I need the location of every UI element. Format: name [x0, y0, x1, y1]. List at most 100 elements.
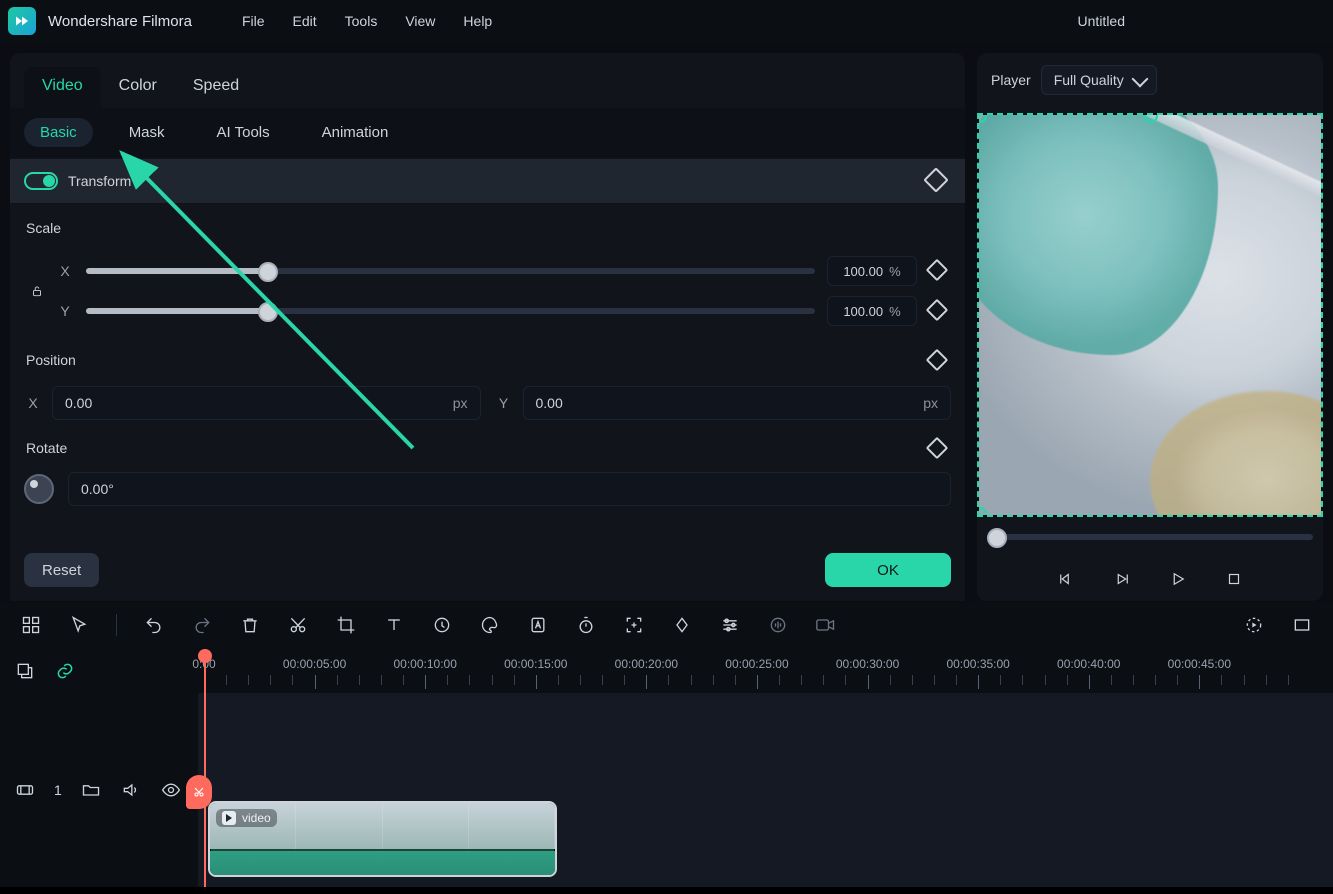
- undo-icon[interactable]: [143, 614, 165, 636]
- cut-icon[interactable]: [287, 614, 309, 636]
- track-index: 1: [54, 782, 62, 798]
- transform-keyframe-icon[interactable]: [927, 171, 945, 192]
- quality-select[interactable]: Full Quality: [1041, 65, 1157, 95]
- preview-image: [979, 115, 1321, 515]
- speed-icon[interactable]: [431, 614, 453, 636]
- menu-tools[interactable]: Tools: [331, 7, 392, 35]
- position-x-label: X: [24, 395, 42, 411]
- document-title: Untitled: [1078, 13, 1125, 29]
- menu-file[interactable]: File: [228, 7, 279, 35]
- ruler-label: 00:00:45:00: [1168, 657, 1231, 671]
- render-icon[interactable]: [1243, 614, 1265, 636]
- add-track-icon[interactable]: [14, 660, 36, 682]
- ok-button[interactable]: OK: [825, 553, 951, 587]
- scale-x-row: X 100.00 %: [56, 256, 951, 286]
- clip-label: video: [216, 809, 277, 827]
- ruler-track[interactable]: 0:0000:00:05:0000:00:10:0000:00:15:0000:…: [198, 649, 1333, 693]
- scale-x-value[interactable]: 100.00 %: [827, 256, 917, 286]
- record-icon[interactable]: [815, 614, 837, 636]
- subtab-animation[interactable]: Animation: [306, 118, 405, 147]
- tab-video[interactable]: Video: [24, 67, 101, 107]
- menu-view[interactable]: View: [391, 7, 449, 35]
- scale-y-value[interactable]: 100.00 %: [827, 296, 917, 326]
- position-y-input[interactable]: 0.00 px: [523, 386, 952, 420]
- play-button[interactable]: [1164, 565, 1192, 593]
- stop-button[interactable]: [1220, 565, 1248, 593]
- mute-icon[interactable]: [120, 779, 142, 801]
- redo-icon[interactable]: [191, 614, 213, 636]
- menu-help[interactable]: Help: [449, 7, 506, 35]
- rotate-dial[interactable]: [24, 474, 54, 504]
- rotate-input[interactable]: 0.00°: [68, 472, 951, 506]
- position-x-input[interactable]: 0.00 px: [52, 386, 481, 420]
- track-type-icon[interactable]: [14, 779, 36, 801]
- scale-y-unit: %: [889, 304, 901, 319]
- palette-icon[interactable]: [479, 614, 501, 636]
- sliders-icon[interactable]: [719, 614, 741, 636]
- scale-y-keyframe-icon[interactable]: [929, 302, 945, 321]
- marker-a-icon[interactable]: [527, 614, 549, 636]
- position-y-value: 0.00: [536, 395, 563, 411]
- audio-icon[interactable]: [767, 614, 789, 636]
- scale-x-slider[interactable]: [86, 268, 815, 274]
- scale-y-slider[interactable]: [86, 308, 815, 314]
- scale-lock[interactable]: [24, 284, 50, 298]
- scale-x-keyframe-icon[interactable]: [929, 262, 945, 281]
- crop-icon[interactable]: [335, 614, 357, 636]
- folder-icon[interactable]: [80, 779, 102, 801]
- text-icon[interactable]: [383, 614, 405, 636]
- delete-icon[interactable]: [239, 614, 261, 636]
- menu-edit[interactable]: Edit: [279, 7, 331, 35]
- playhead-handle[interactable]: [186, 775, 212, 809]
- expand-icon[interactable]: [1291, 614, 1313, 636]
- lock-icon: [30, 284, 44, 298]
- video-clip[interactable]: video: [208, 801, 557, 877]
- pointer-icon[interactable]: [68, 614, 90, 636]
- subtab-mask[interactable]: Mask: [113, 118, 181, 147]
- scale-x-value-text: 100.00: [843, 264, 883, 279]
- timer-icon[interactable]: [575, 614, 597, 636]
- scale-y-row: Y 100.00 %: [56, 296, 951, 326]
- ruler-label: 00:00:35:00: [946, 657, 1009, 671]
- track-area[interactable]: video: [198, 693, 1333, 887]
- ruler-label: 00:00:20:00: [615, 657, 678, 671]
- subtab-basic[interactable]: Basic: [24, 118, 93, 147]
- player-label: Player: [991, 72, 1031, 88]
- visibility-icon[interactable]: [160, 779, 182, 801]
- subtab-ai[interactable]: AI Tools: [201, 118, 286, 147]
- position-x-field: X 0.00 px: [24, 386, 481, 420]
- reset-button[interactable]: Reset: [24, 553, 99, 587]
- timeline-toolbar: [0, 601, 1333, 649]
- ruler-label: 00:00:40:00: [1057, 657, 1120, 671]
- preview-canvas[interactable]: [977, 113, 1323, 517]
- seek-track[interactable]: [987, 534, 1313, 540]
- clip-name: video: [242, 811, 271, 825]
- position-y-label: Y: [495, 395, 513, 411]
- transform-toggle[interactable]: [24, 172, 58, 190]
- main: Video Color Speed Basic Mask AI Tools An…: [0, 43, 1333, 601]
- properties-panel: Video Color Speed Basic Mask AI Tools An…: [10, 53, 965, 601]
- divider: [116, 614, 117, 636]
- ruler-label: 00:00:25:00: [725, 657, 788, 671]
- prev-frame-button[interactable]: [1052, 565, 1080, 593]
- seek-bar: [977, 517, 1323, 557]
- tab-color[interactable]: Color: [101, 67, 175, 107]
- ruler-label: 00:00:05:00: [283, 657, 346, 671]
- main-tabs: Video Color Speed: [10, 53, 965, 108]
- position-keyframe-icon[interactable]: [929, 352, 945, 371]
- rotate-keyframe-icon[interactable]: [929, 440, 945, 459]
- grid-icon[interactable]: [20, 614, 42, 636]
- seek-knob[interactable]: [987, 528, 1007, 548]
- play-step-button[interactable]: [1108, 565, 1136, 593]
- focus-icon[interactable]: [623, 614, 645, 636]
- link-clip-icon[interactable]: [54, 660, 76, 682]
- position-y-field: Y 0.00 px: [495, 386, 952, 420]
- scale-x-label: X: [56, 263, 74, 279]
- keyframes-icon[interactable]: [671, 614, 693, 636]
- playhead-marker[interactable]: [204, 649, 206, 693]
- sub-tabs: Basic Mask AI Tools Animation: [10, 108, 965, 158]
- tab-speed[interactable]: Speed: [175, 67, 257, 107]
- menubar: Wondershare Filmora File Edit Tools View…: [0, 0, 1333, 43]
- scale-title: Scale: [26, 220, 951, 236]
- position-row: X 0.00 px Y 0.00 px: [24, 386, 951, 420]
